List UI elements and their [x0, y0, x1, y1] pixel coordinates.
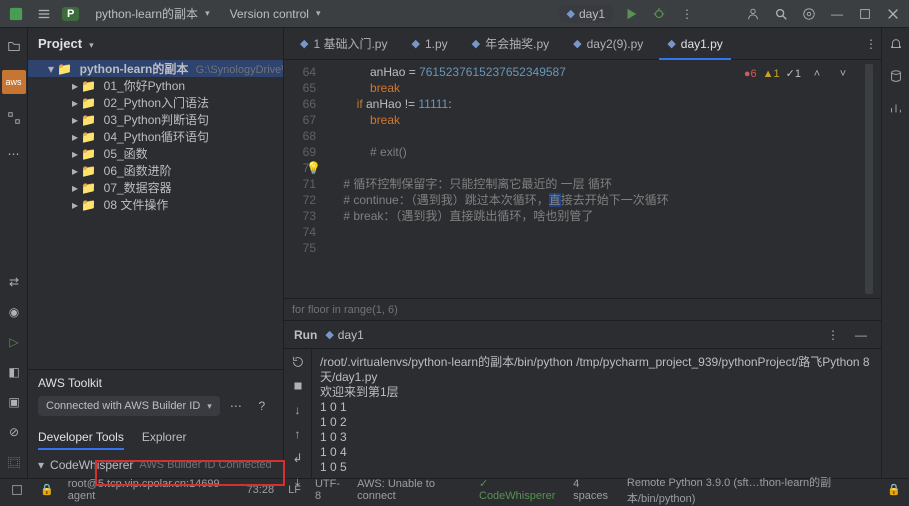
rerun-icon[interactable] — [288, 355, 308, 369]
breadcrumb[interactable]: for floor in range(1, 6) — [284, 298, 881, 320]
run-config[interactable]: day1 — [338, 328, 364, 342]
analytics-icon[interactable] — [886, 98, 906, 118]
editor-tab[interactable]: ◆1 基础入门.py — [288, 28, 400, 60]
minimap[interactable] — [865, 64, 873, 294]
chevron-up-icon[interactable]: ˄ — [807, 64, 827, 84]
version-control[interactable]: Version control — [224, 5, 327, 23]
maximize-icon[interactable] — [855, 4, 875, 24]
debug-icon[interactable] — [649, 4, 669, 24]
more-icon[interactable]: ⋮ — [677, 4, 697, 24]
play-icon[interactable]: ▷ — [4, 332, 24, 352]
run-title: Run — [294, 328, 317, 342]
status-pos[interactable]: 73:28 — [247, 484, 275, 496]
codewhisperer-label[interactable]: CodeWhisperer — [50, 458, 133, 472]
ellipsis-icon[interactable]: ⋯ — [226, 396, 246, 416]
readonly-icon[interactable]: 🔒 — [887, 483, 901, 496]
tree-item[interactable]: ▸ 📁 04_Python循环语句 — [28, 128, 283, 145]
minimize-icon[interactable]: — — [827, 4, 847, 24]
status-cw[interactable]: ✓ CodeWhisperer — [479, 477, 559, 502]
help-icon[interactable]: ? — [252, 396, 272, 416]
warn-badge[interactable]: ▲1 — [763, 66, 780, 82]
editor-tab[interactable]: ◆day2(9).py — [561, 28, 655, 60]
status-indent[interactable]: 4 spaces — [573, 478, 613, 502]
editor-tab-active[interactable]: ◆day1.py — [655, 28, 735, 60]
commit-icon[interactable]: ⇄ — [4, 272, 24, 292]
collaborate-icon[interactable] — [743, 4, 763, 24]
tab-explorer[interactable]: Explorer — [142, 430, 187, 450]
search-icon[interactable] — [771, 4, 791, 24]
cw-status: AWS Builder ID Connected — [139, 459, 271, 471]
structure-icon[interactable] — [2, 106, 26, 130]
run-more-icon[interactable]: ⋮ — [823, 325, 843, 345]
menu-icon[interactable] — [34, 4, 54, 24]
chevron-down-icon[interactable]: ˅ — [833, 64, 853, 84]
tree-item[interactable]: ▸ 📁 08 文件操作 — [28, 196, 283, 213]
folder-icon[interactable] — [2, 34, 26, 58]
error-badge[interactable]: ●6 — [744, 66, 757, 82]
tools-icon[interactable] — [8, 480, 26, 500]
run-hide-icon[interactable]: — — [851, 325, 871, 345]
tree-root[interactable]: ▾ 📁 python-learn的副本 G:\SynologyDrive\练习项… — [28, 60, 283, 77]
tree-item[interactable]: ▸ 📁 03_Python判断语句 — [28, 111, 283, 128]
run-config-selector[interactable]: ◆day1 — [559, 5, 614, 23]
database-icon[interactable] — [886, 66, 906, 86]
settings-icon[interactable] — [799, 4, 819, 24]
pycharm-logo-icon — [6, 4, 26, 24]
project-tool-header[interactable]: Project — [28, 28, 283, 58]
editor-tab[interactable]: ◆年会抽奖.py — [460, 28, 561, 60]
aws-logo-icon[interactable]: aws — [2, 70, 26, 94]
code-area[interactable]: 💡 anHao = 7615237615237652349587 break i… — [324, 60, 881, 298]
console-output[interactable]: /root/.virtualenvs/python-learn的副本/bin/p… — [312, 349, 881, 478]
project-badge: P — [62, 7, 79, 21]
project-selector[interactable]: python-learn的副本 — [89, 3, 215, 24]
status-lf[interactable]: LF — [288, 484, 301, 496]
tab-developer-tools[interactable]: Developer Tools — [38, 430, 124, 450]
aws-toolkit-title: AWS Toolkit — [38, 376, 273, 390]
bulb-icon[interactable]: 💡 — [306, 160, 321, 176]
problems-icon[interactable]: ⊘ — [4, 422, 24, 442]
notifications-icon[interactable] — [886, 34, 906, 54]
tab-more-icon[interactable]: ⋮ — [861, 34, 881, 54]
editor-tab[interactable]: ◆1.py — [400, 28, 460, 60]
soft-wrap-icon[interactable]: ↲ — [288, 451, 308, 465]
up-icon[interactable]: ↑ — [288, 427, 308, 441]
tree-item[interactable]: ▸ 📁 07_数据容器 — [28, 179, 283, 196]
python-console-icon[interactable]: ◧ — [4, 362, 24, 382]
stop-icon[interactable] — [288, 379, 308, 393]
status-interpreter[interactable]: Remote Python 3.9.0 (sft…thon-learn的副本/b… — [627, 474, 873, 506]
more-tools-icon[interactable]: ⋯ — [2, 142, 26, 166]
status-aws[interactable]: AWS: Unable to connect — [357, 478, 465, 502]
info-badge[interactable]: ✓1 — [786, 66, 801, 82]
exit-icon[interactable]: ↓ — [288, 403, 308, 417]
run-icon[interactable] — [621, 4, 641, 24]
tree-item[interactable]: ▸ 📁 01_你好Python — [28, 77, 283, 94]
terminal-icon[interactable]: ▣ — [4, 392, 24, 412]
git-icon[interactable]: ◉ — [4, 302, 24, 322]
lock-icon: 🔒 — [40, 483, 54, 496]
aws-connection[interactable]: Connected with AWS Builder ID — [38, 396, 220, 416]
close-icon[interactable] — [883, 4, 903, 24]
tree-item[interactable]: ▸ 📁 02_Python入门语法 — [28, 94, 283, 111]
tree-item[interactable]: ▸ 📁 06_函数进阶 — [28, 162, 283, 179]
gutter: 646566 676869 707172 737475 — [284, 60, 324, 298]
status-host[interactable]: root@5.tcp.vip.cpolar.cn:14699 agent — [68, 478, 233, 502]
services-icon[interactable]: ⿴ — [4, 452, 24, 472]
status-enc[interactable]: UTF-8 — [315, 478, 343, 502]
tree-item[interactable]: ▸ 📁 05_函数 — [28, 145, 283, 162]
